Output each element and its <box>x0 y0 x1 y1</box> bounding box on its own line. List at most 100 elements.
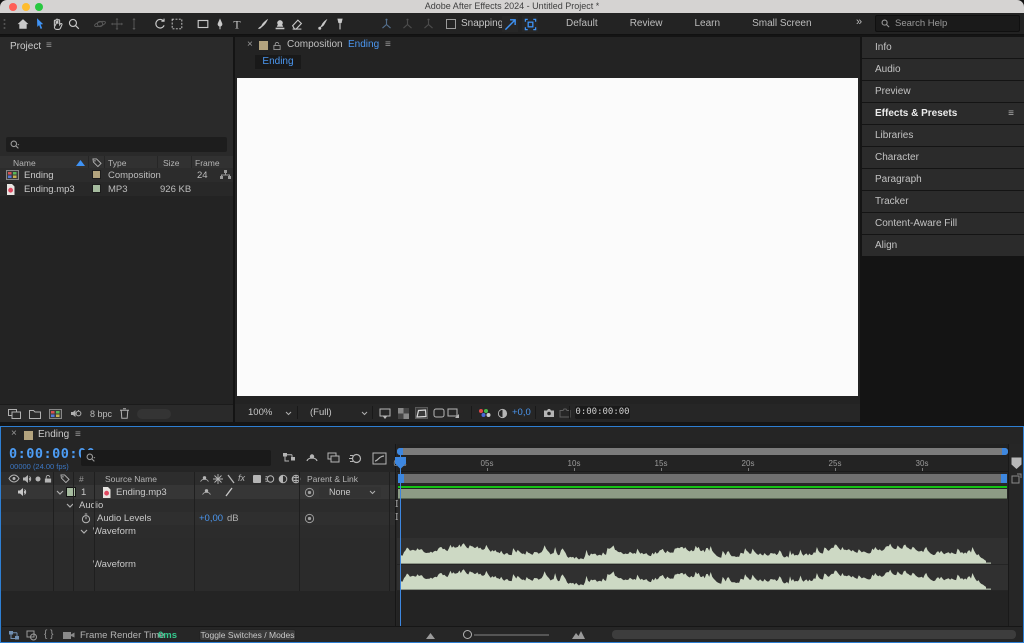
world-axis-icon[interactable] <box>400 17 415 32</box>
pick-whip-icon[interactable] <box>304 487 315 498</box>
workspace-tab-learn[interactable]: Learn <box>678 13 736 35</box>
timeline-horizontal-scrollbar[interactable] <box>612 630 1016 639</box>
workspace-tab-default[interactable]: Default <box>550 13 614 35</box>
panel-comp-name[interactable]: Ending <box>348 39 379 50</box>
column-parent-link[interactable]: Parent & Link <box>307 474 358 484</box>
solo-icon[interactable] <box>35 476 41 482</box>
region-of-interest-icon[interactable] <box>415 407 428 419</box>
item-label-chip[interactable] <box>92 170 101 179</box>
project-search-box[interactable] <box>6 137 227 152</box>
search-help-input[interactable] <box>895 18 1005 29</box>
collapse-transformations-icon[interactable] <box>213 474 223 484</box>
frame-blending-icon[interactable] <box>327 452 343 466</box>
panel-tab-effects-presets[interactable]: Effects & Presets ≡ <box>862 103 1024 124</box>
camera-tool-icon[interactable] <box>168 15 185 33</box>
expand-brackets-icon[interactable]: { } <box>44 629 53 640</box>
interpret-footage-icon[interactable] <box>8 408 21 419</box>
render-camera-icon[interactable] <box>62 630 75 640</box>
home-tool-icon[interactable] <box>14 15 31 33</box>
audio-on-icon[interactable] <box>17 487 28 497</box>
layer-duration-bar[interactable] <box>398 489 1007 499</box>
waveform-group-label[interactable]: Waveform <box>93 526 136 537</box>
audio-levels-row[interactable]: Audio Levels +0,00 dB <box>1 512 395 525</box>
selection-tool-icon[interactable] <box>31 15 48 33</box>
exposure-icon[interactable] <box>496 407 509 419</box>
motion-blur-switch-icon[interactable] <box>265 474 275 484</box>
column-size[interactable]: Size <box>163 158 180 168</box>
adjustment-layer-switch-icon[interactable] <box>278 474 288 484</box>
comp-network-icon[interactable] <box>8 630 20 641</box>
panel-tab-paragraph[interactable]: Paragraph <box>862 169 1024 190</box>
label-column-icon[interactable] <box>60 474 70 483</box>
pen-tool-icon[interactable] <box>211 15 228 33</box>
timeline-zoom-track[interactable] <box>474 634 549 636</box>
project-settings-icon[interactable] <box>70 408 82 419</box>
pick-whip-icon[interactable] <box>304 513 315 524</box>
orbit-camera-tool-icon[interactable] <box>91 15 108 33</box>
project-item-row[interactable]: Ending.mp3 MP3 926 KB <box>0 182 233 196</box>
panel-menu-icon[interactable]: ≡ <box>385 39 391 50</box>
dolly-camera-tool-icon[interactable] <box>125 15 142 33</box>
rotation-tool-icon[interactable] <box>151 15 168 33</box>
snap-boundaries-icon[interactable] <box>522 16 538 32</box>
always-preview-icon[interactable] <box>378 407 391 419</box>
resolution-value[interactable]: (Full) <box>310 407 332 418</box>
lock-icon[interactable] <box>273 41 281 51</box>
timeline-search-box[interactable] <box>81 450 271 466</box>
panel-tab-audio[interactable]: Audio <box>862 59 1024 80</box>
layer-row-ending-mp3[interactable]: 1 Ending.mp3 None <box>1 485 395 499</box>
graph-editor-icon[interactable] <box>372 452 388 466</box>
project-panel-menu-icon[interactable]: ≡ <box>46 40 52 51</box>
new-folder-icon[interactable] <box>29 409 41 419</box>
zoom-tool-icon[interactable] <box>65 15 82 33</box>
panel-tab-content-aware-fill[interactable]: Content-Aware Fill <box>862 213 1024 234</box>
frame-blend-switch-icon[interactable] <box>253 475 261 483</box>
comp-button-icon[interactable] <box>1011 473 1022 484</box>
bit-depth-label[interactable]: 8 bpc <box>90 409 112 419</box>
search-help-box[interactable] <box>875 15 1020 32</box>
workspace-tab-small-screen[interactable]: Small Screen <box>736 13 827 35</box>
item-used-icon[interactable] <box>220 170 231 180</box>
roto-brush-tool-icon[interactable] <box>314 15 331 33</box>
transparency-grid-icon[interactable] <box>397 407 410 419</box>
view-axis-icon[interactable] <box>421 17 436 32</box>
exposure-value[interactable]: +0,0 <box>512 407 531 418</box>
video-eye-icon[interactable] <box>8 474 20 483</box>
eraser-tool-icon[interactable] <box>288 15 305 33</box>
timeline-zoom-knob[interactable] <box>463 630 472 639</box>
view-layout-icon[interactable] <box>447 407 460 419</box>
workspace-overflow-chevron[interactable]: » <box>856 16 862 28</box>
item-name[interactable]: Ending.mp3 <box>24 184 75 195</box>
snapping-control[interactable]: Snapping <box>446 18 503 29</box>
panel-menu-icon[interactable]: ≡ <box>75 429 81 440</box>
composition-viewport[interactable] <box>237 78 858 396</box>
work-area-end-handle[interactable] <box>1001 474 1007 483</box>
playhead-marker[interactable] <box>394 456 407 470</box>
sort-ascending-icon[interactable] <box>76 160 85 166</box>
audio-speaker-icon[interactable] <box>22 474 33 484</box>
lock-icon[interactable] <box>44 474 52 484</box>
panel-tab-libraries[interactable]: Libraries <box>862 125 1024 146</box>
work-area-bar[interactable] <box>398 474 1007 483</box>
chevron-down-icon[interactable] <box>285 411 292 416</box>
column-index[interactable]: # <box>79 474 84 484</box>
snapping-checkbox[interactable] <box>446 18 456 29</box>
shy-switch-icon[interactable] <box>199 474 210 484</box>
item-name[interactable]: Ending <box>24 170 54 181</box>
hand-tool-icon[interactable] <box>48 15 65 33</box>
rectangle-tool-icon[interactable] <box>194 15 211 33</box>
panel-menu-icon[interactable]: ≡ <box>1008 103 1014 124</box>
panel-tab-character[interactable]: Character <box>862 147 1024 168</box>
column-name[interactable]: Name <box>13 158 36 168</box>
layer-shy-icon[interactable] <box>201 487 212 497</box>
hide-shy-layers-icon[interactable] <box>305 452 321 466</box>
composition-tab-ending[interactable]: Ending <box>255 55 301 69</box>
zoom-out-mountain-icon[interactable] <box>426 633 435 639</box>
puppet-pin-tool-icon[interactable] <box>331 15 348 33</box>
local-axis-icon[interactable] <box>379 17 394 32</box>
close-panel-icon[interactable]: × <box>247 39 253 50</box>
clone-stamp-tool-icon[interactable] <box>271 15 288 33</box>
new-composition-icon[interactable] <box>49 408 62 419</box>
panel-tab-info[interactable]: Info <box>862 37 1024 58</box>
magnification-value[interactable]: 100% <box>248 407 272 418</box>
